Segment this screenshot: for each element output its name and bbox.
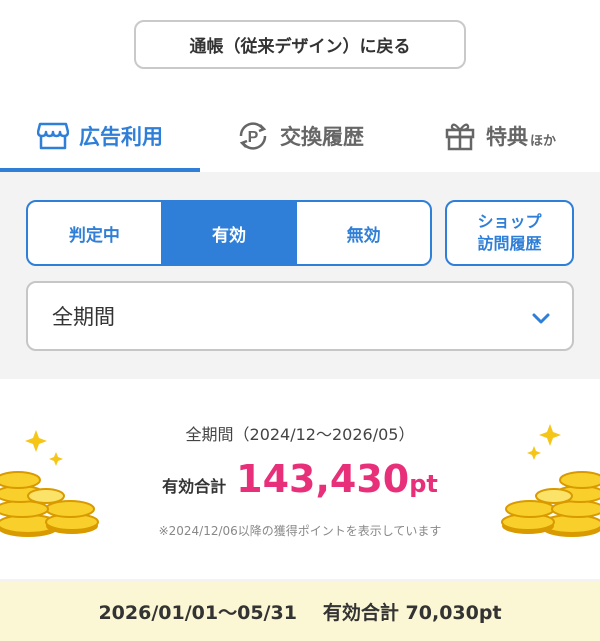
shop-visit-history-line2: 訪問履歴 xyxy=(477,234,542,253)
period-select-value: 全期間 xyxy=(52,305,115,329)
tab-benefits-suffix: ほか xyxy=(529,133,556,149)
tab-ad-usage-label: 広告利用 xyxy=(79,125,163,149)
tab-exchange-history-label: 交換履歴 xyxy=(280,125,364,149)
active-tab-indicator xyxy=(0,168,200,172)
point-exchange-icon: P xyxy=(236,119,270,153)
shop-visit-history-line1: ショップ xyxy=(477,212,542,231)
points-summary: 全期間（2024/12〜2026/05） 有効合計 143,430 pt ※20… xyxy=(0,379,600,579)
segment-pending[interactable]: 判定中 xyxy=(28,202,161,264)
svg-text:P: P xyxy=(248,129,259,146)
month-range-total: 有効合計 70,030pt xyxy=(322,602,502,624)
back-to-classic-button[interactable]: 通帳（従来デザイン）に戻る xyxy=(134,20,466,69)
total-value: 143,430 xyxy=(236,457,410,501)
segment-valid[interactable]: 有効 xyxy=(160,202,296,264)
tab-exchange-history[interactable]: P 交換履歴 xyxy=(200,100,400,172)
summary-note: ※2024/12/06以降の獲得ポイントを表示しています xyxy=(158,524,442,538)
status-segmented-control: 判定中 有効 無効 xyxy=(26,200,432,266)
month-range-header: 2026/01/01〜05/31 有効合計 70,030pt xyxy=(0,582,600,641)
gift-icon xyxy=(444,120,476,152)
top-panel: 通帳（従来デザイン）に戻る 広告利用 P 交換履歴 特典 ほか xyxy=(0,0,600,172)
chevron-down-icon xyxy=(530,307,552,334)
total-unit: pt xyxy=(409,470,438,498)
total-label: 有効合計 xyxy=(162,477,227,496)
summary-period: 全期間（2024/12〜2026/05） xyxy=(185,425,415,444)
tab-benefits[interactable]: 特典 ほか xyxy=(400,100,600,172)
tab-benefits-label: 特典 xyxy=(485,125,528,149)
shop-visit-history-button[interactable]: ショップ 訪問履歴 xyxy=(445,200,574,266)
tab-bar: 広告利用 P 交換履歴 特典 ほか xyxy=(0,100,600,172)
month-range: 2026/01/01〜05/31 xyxy=(98,602,297,624)
store-icon xyxy=(37,121,69,151)
segment-invalid[interactable]: 無効 xyxy=(295,202,430,264)
tab-ad-usage[interactable]: 広告利用 xyxy=(0,100,200,172)
summary-total: 有効合計 143,430 pt xyxy=(0,457,600,501)
period-select[interactable]: 全期間 xyxy=(26,281,574,351)
